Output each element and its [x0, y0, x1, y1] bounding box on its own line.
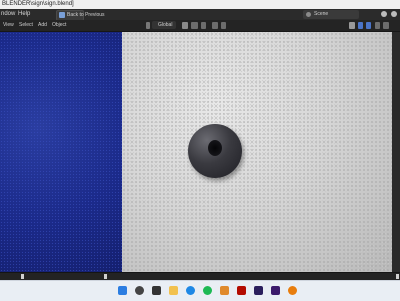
menu-select[interactable]: Select	[19, 21, 33, 30]
windows-taskbar	[0, 280, 400, 301]
proportional-falloff-icon[interactable]	[221, 22, 226, 29]
snap-icon[interactable]	[191, 22, 198, 29]
pivot-point-icon[interactable]	[182, 22, 188, 29]
overlay-icon[interactable]	[366, 22, 371, 29]
viewport-sidebar-strip[interactable]	[392, 32, 400, 272]
window-title-bar: BLENDER\sign\sign.blend]	[0, 0, 400, 9]
blender-icon[interactable]	[288, 286, 297, 295]
acrobat-icon[interactable]	[237, 286, 246, 295]
xray-icon[interactable]	[375, 22, 380, 29]
menu-help[interactable]: Help	[18, 10, 30, 19]
windows-start-icon[interactable]	[118, 286, 127, 295]
knob-hole	[208, 140, 222, 156]
proportional-editing-icon[interactable]	[212, 22, 218, 29]
window-title: BLENDER\sign\sign.blend]	[2, 1, 74, 7]
menu-object[interactable]: Object	[52, 21, 66, 30]
textured-wall	[122, 32, 392, 272]
app-icon[interactable]	[220, 286, 229, 295]
menu-window[interactable]: ndow	[1, 10, 15, 19]
menu-add[interactable]: Add	[38, 21, 47, 30]
timeline-playhead[interactable]	[104, 274, 107, 279]
back-to-previous-label: Back to Previous	[67, 12, 105, 18]
viewport-header: View Select Add Object	[0, 20, 400, 32]
task-view-icon[interactable]	[152, 286, 161, 295]
render-layer-icon[interactable]	[391, 11, 397, 17]
scene-icon	[306, 12, 311, 17]
transform-orientation-icon[interactable]	[146, 22, 150, 29]
scene-label: Scene	[314, 11, 329, 17]
snap-options-icon[interactable]	[201, 22, 206, 29]
gizmo-icon[interactable]	[358, 22, 363, 29]
menu-view[interactable]: View	[3, 21, 14, 30]
spotify-icon[interactable]	[203, 286, 212, 295]
round-knob	[188, 124, 242, 178]
file-explorer-icon[interactable]	[169, 286, 178, 295]
visibility-icon[interactable]	[349, 22, 355, 29]
timeline-end-marker[interactable]	[396, 274, 399, 279]
shading-icon[interactable]	[383, 22, 389, 29]
scene-selector[interactable]: Scene	[303, 10, 359, 19]
3d-viewport[interactable]	[0, 32, 392, 272]
premiere-icon[interactable]	[271, 286, 280, 295]
search-icon[interactable]	[135, 286, 144, 295]
edge-icon[interactable]	[186, 286, 195, 295]
screen-icon	[59, 12, 65, 18]
view-layer-icon[interactable]	[381, 11, 387, 17]
transform-orientation-label: Global	[158, 22, 173, 28]
after-effects-icon[interactable]	[254, 286, 263, 295]
transform-orientation-dropdown[interactable]: Global	[152, 21, 176, 29]
timeline-start-marker[interactable]	[21, 274, 24, 279]
blue-surface	[0, 32, 122, 272]
